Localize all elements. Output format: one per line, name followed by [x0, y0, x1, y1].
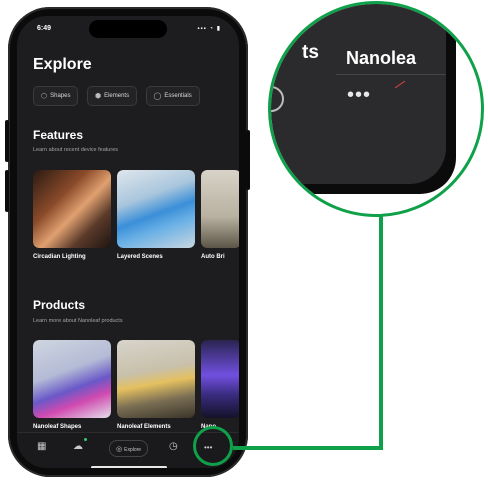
product-card-partial[interactable]: [201, 340, 239, 418]
card-label: Nanoleaf Shapes: [33, 424, 82, 430]
dynamic-island: [89, 20, 167, 38]
tab-dashboard[interactable]: ▦: [37, 441, 46, 452]
zoomed-screen-corner: ts Nanolea •••: [271, 4, 446, 184]
cloud-icon: ☁: [73, 441, 83, 452]
features-heading: Features: [33, 128, 84, 142]
pill-label: Elements: [104, 93, 130, 99]
card-label: Circadian Lighting: [33, 254, 86, 260]
status-time: 6:49: [37, 25, 52, 32]
divider: [336, 74, 446, 75]
pill-elements[interactable]: ⬢ Elements: [86, 86, 138, 106]
card-image: [201, 170, 239, 248]
volume-button: [5, 120, 9, 162]
connector-line: [233, 446, 383, 450]
more-dots-icon: •••: [347, 84, 372, 106]
feature-card-circadian[interactable]: [33, 170, 111, 248]
pill-label: Shapes: [50, 93, 71, 99]
tab-explore[interactable]: ◎ Explore: [109, 440, 149, 457]
bulb-icon: ◯: [153, 93, 162, 100]
card-image: [33, 340, 111, 418]
category-pills: ⬡ Shapes ⬢ Elements ◯ Essentials: [33, 85, 204, 106]
explore-icon: ◎: [116, 446, 123, 453]
card-image: [201, 340, 239, 418]
tab-schedule[interactable]: ◷: [169, 441, 178, 452]
clock-icon: ◷: [169, 441, 178, 452]
feature-card-layered-scenes[interactable]: [117, 170, 195, 248]
zoom-callout: ts Nanolea •••: [268, 1, 484, 217]
product-card-elements[interactable]: [117, 340, 195, 418]
products-heading: Products: [33, 298, 86, 312]
notification-dot: [84, 438, 87, 441]
page-title: Explore: [33, 56, 92, 73]
zoom-text-fragment: ts: [302, 42, 319, 63]
card-label: Layered Scenes: [117, 254, 163, 260]
pill-shapes[interactable]: ⬡ Shapes: [33, 86, 79, 106]
highlight-circle: [193, 426, 233, 466]
power-button: [246, 130, 250, 190]
connector-line: [379, 216, 383, 448]
volume-button: [5, 170, 9, 212]
elements-icon: ⬢: [94, 93, 102, 100]
dashboard-icon: ▦: [37, 441, 47, 452]
products-subtitle: Learn more about Nanoleaf products: [33, 318, 123, 324]
card-image: [117, 170, 195, 248]
card-label: Nanoleaf Elements: [117, 424, 171, 430]
pill-essentials[interactable]: ◯ Essentials: [145, 86, 200, 106]
feature-card-auto-brightness[interactable]: [201, 170, 239, 248]
pill-label: Essentials: [164, 93, 192, 99]
card-image: [117, 340, 195, 418]
card-label: Auto Bri: [201, 254, 225, 260]
shapes-icon: ⬡: [41, 93, 48, 100]
features-subtitle: Learn about recent device features: [33, 147, 119, 153]
app-screen: 6:49 ▪▪▪ ◔ ▮ Explore ⬡ Shapes ⬢ Elements…: [17, 16, 239, 468]
card-image: [33, 170, 111, 248]
red-mark: [394, 80, 406, 89]
circle-icon: [271, 86, 284, 112]
zoom-text-word: Nanolea: [346, 48, 417, 68]
product-card-shapes[interactable]: [33, 340, 111, 418]
tab-label: Explore: [124, 447, 142, 453]
status-bar: 6:49 ▪▪▪ ◔ ▮: [17, 16, 239, 38]
home-indicator: [91, 466, 167, 468]
status-icons: ▪▪▪ ◔ ▮: [197, 26, 221, 32]
tab-cloud[interactable]: ☁: [73, 438, 87, 452]
